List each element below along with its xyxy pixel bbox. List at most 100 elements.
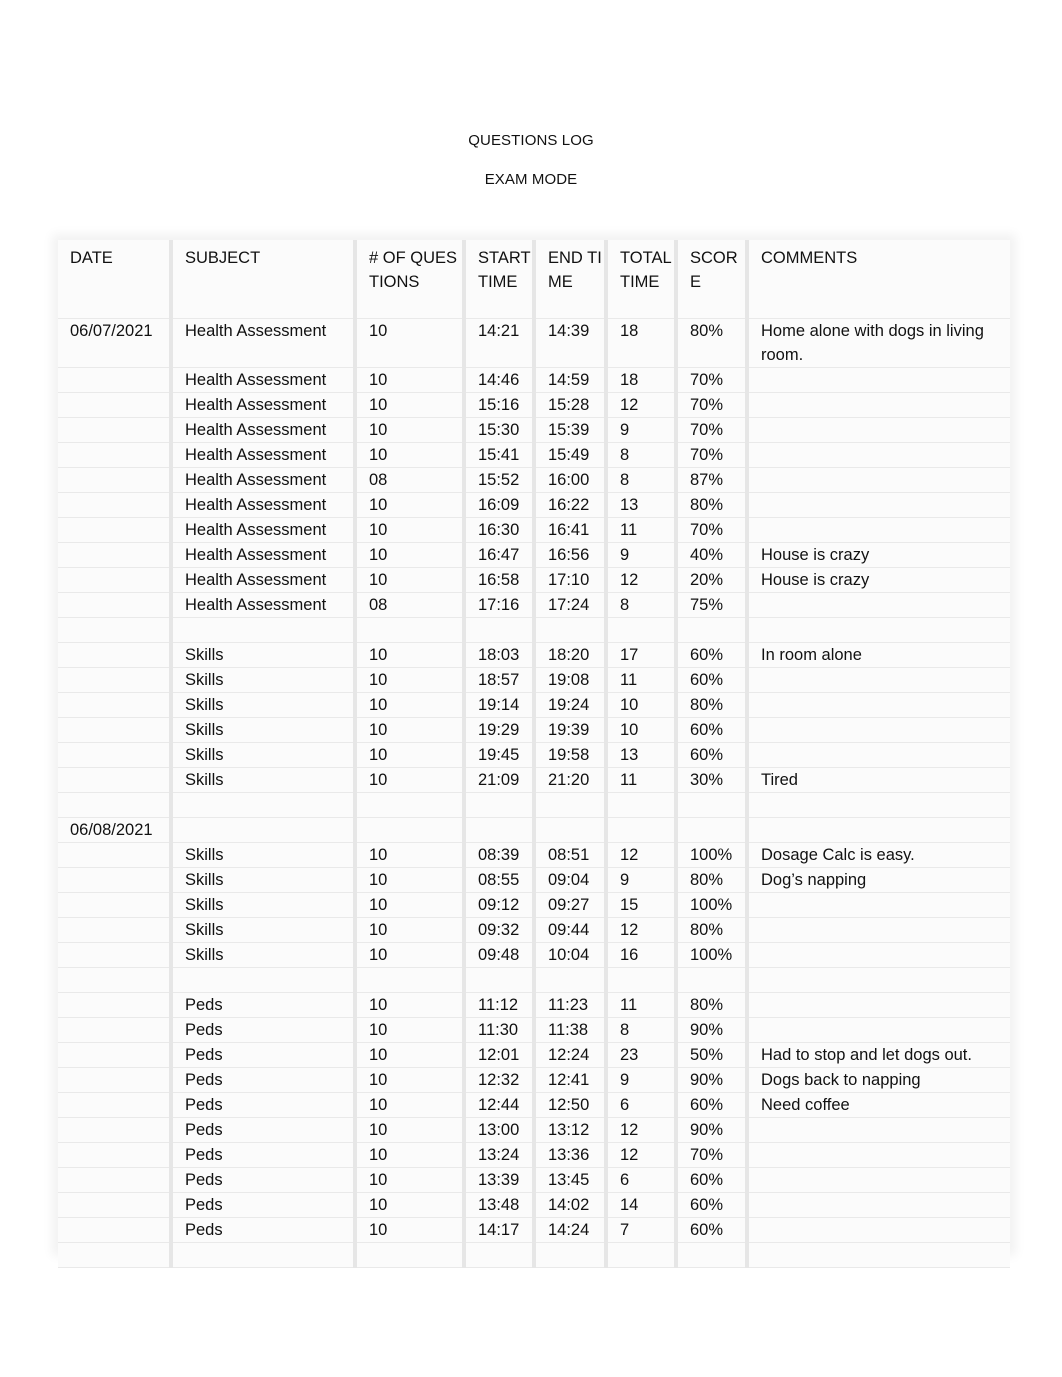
table-row: Health Assessment 10 15:30 15:39 9 70%: [58, 417, 1010, 443]
cell-end-time: 13:45: [534, 1167, 608, 1193]
table-row: Skills 10 18:03 18:20 17 60% In room alone: [58, 642, 1010, 668]
cell-num-questions: 10: [355, 492, 466, 518]
cell-score: 60%: [676, 717, 749, 743]
cell-date: [58, 967, 173, 993]
table-row: Peds 10 12:01 12:24 23 50% Had to stop and let…: [58, 1042, 1010, 1068]
cell-comments: [747, 742, 1010, 768]
cell-start-time: 08:55: [464, 867, 536, 893]
cell-start-time: 13:48: [464, 1192, 536, 1218]
cell-total-time: 10: [606, 717, 678, 743]
cell-start-time: 13:39: [464, 1167, 536, 1193]
cell-total-time: 10: [606, 692, 678, 718]
table-row: Peds 10 13:00 13:12 12 90%: [58, 1117, 1010, 1143]
cell-start-time: 14:17: [464, 1217, 536, 1243]
cell-date: [58, 517, 173, 543]
cell-score: 80%: [676, 992, 749, 1018]
cell-date: [58, 367, 173, 393]
cell-subject: Health Assessment: [171, 492, 357, 518]
cell-score: 70%: [676, 517, 749, 543]
cell-date: [58, 792, 173, 818]
cell-num-questions: [355, 817, 466, 843]
cell-date: [58, 692, 173, 718]
cell-num-questions: 10: [355, 1192, 466, 1218]
cell-end-time: 14:02: [534, 1192, 608, 1218]
cell-start-time: 16:58: [464, 567, 536, 593]
cell-comments: [747, 592, 1010, 618]
cell-score: 60%: [676, 1167, 749, 1193]
cell-subject: Skills: [171, 942, 357, 968]
cell-num-questions: 10: [355, 892, 466, 918]
cell-num-questions: [355, 617, 466, 643]
cell-score: 70%: [676, 1142, 749, 1168]
cell-subject: [171, 967, 357, 993]
header-total-time: TOTAL TIME: [606, 240, 678, 319]
table-row: Skills 10 09:12 09:27 15 100%: [58, 892, 1010, 918]
cell-num-questions: 10: [355, 1117, 466, 1143]
table-row: 06/07/2021 Health Assessment 10 14:21 14:39 1…: [58, 318, 1010, 368]
cell-total-time: 12: [606, 567, 678, 593]
cell-num-questions: 10: [355, 992, 466, 1018]
cell-total-time: [606, 617, 678, 643]
cell-start-time: 15:52: [464, 467, 536, 493]
cell-subject: Peds: [171, 1217, 357, 1243]
table-row-blank: [58, 792, 1010, 818]
table-row: Health Assessment 10 15:41 15:49 8 70%: [58, 442, 1010, 468]
header-date: DATE: [58, 240, 173, 319]
cell-start-time: 19:29: [464, 717, 536, 743]
cell-start-time: 09:32: [464, 917, 536, 943]
table-row-blank: [58, 1242, 1010, 1268]
cell-num-questions: [355, 792, 466, 818]
cell-start-time: 14:46: [464, 367, 536, 393]
cell-total-time: 9: [606, 867, 678, 893]
cell-comments: Dosage Calc is easy.: [747, 842, 1010, 868]
cell-subject: Peds: [171, 1192, 357, 1218]
cell-date: [58, 642, 173, 668]
cell-end-time: 12:24: [534, 1042, 608, 1068]
cell-subject: Health Assessment: [171, 367, 357, 393]
cell-score: 87%: [676, 467, 749, 493]
cell-date: [58, 1192, 173, 1218]
cell-end-time: 14:39: [534, 318, 608, 368]
document-title: QUESTIONS LOG: [468, 132, 594, 149]
table-row: 06/08/2021: [58, 817, 1010, 843]
header-comments: COMMENTS: [747, 240, 1010, 319]
cell-date: [58, 1092, 173, 1118]
table-row: Health Assessment 08 15:52 16:00 8 87%: [58, 467, 1010, 493]
cell-comments: In room alone: [747, 642, 1010, 668]
table-row: Health Assessment 10 16:30 16:41 11 70%: [58, 517, 1010, 543]
cell-comments: [747, 667, 1010, 693]
cell-total-time: 8: [606, 467, 678, 493]
cell-end-time: 14:59: [534, 367, 608, 393]
cell-end-time: 16:56: [534, 542, 608, 568]
cell-score: 90%: [676, 1067, 749, 1093]
table-row: Health Assessment 10 16:47 16:56 9 40% House i…: [58, 542, 1010, 568]
cell-num-questions: 10: [355, 1167, 466, 1193]
cell-subject: Skills: [171, 692, 357, 718]
cell-date: [58, 467, 173, 493]
table-row: Peds 10 13:24 13:36 12 70%: [58, 1142, 1010, 1168]
cell-subject: Peds: [171, 1117, 357, 1143]
cell-start-time: 16:09: [464, 492, 536, 518]
cell-start-time: 21:09: [464, 767, 536, 793]
cell-end-time: 15:49: [534, 442, 608, 468]
cell-total-time: 11: [606, 667, 678, 693]
cell-start-time: 17:16: [464, 592, 536, 618]
cell-num-questions: 10: [355, 1092, 466, 1118]
cell-date: [58, 1017, 173, 1043]
cell-comments: Home alone with dogs in living room.: [747, 318, 1010, 368]
cell-start-time: 11:30: [464, 1017, 536, 1043]
cell-score: 80%: [676, 867, 749, 893]
cell-total-time: 11: [606, 767, 678, 793]
cell-subject: Skills: [171, 892, 357, 918]
cell-num-questions: [355, 1242, 466, 1268]
cell-num-questions: 10: [355, 1142, 466, 1168]
cell-num-questions: 10: [355, 417, 466, 443]
cell-num-questions: 10: [355, 442, 466, 468]
cell-score: 60%: [676, 742, 749, 768]
cell-date: [58, 1242, 173, 1268]
cell-start-time: [464, 617, 536, 643]
cell-comments: [747, 992, 1010, 1018]
cell-subject: Skills: [171, 867, 357, 893]
cell-num-questions: 10: [355, 692, 466, 718]
table-row: Skills 10 09:48 10:04 16 100%: [58, 942, 1010, 968]
